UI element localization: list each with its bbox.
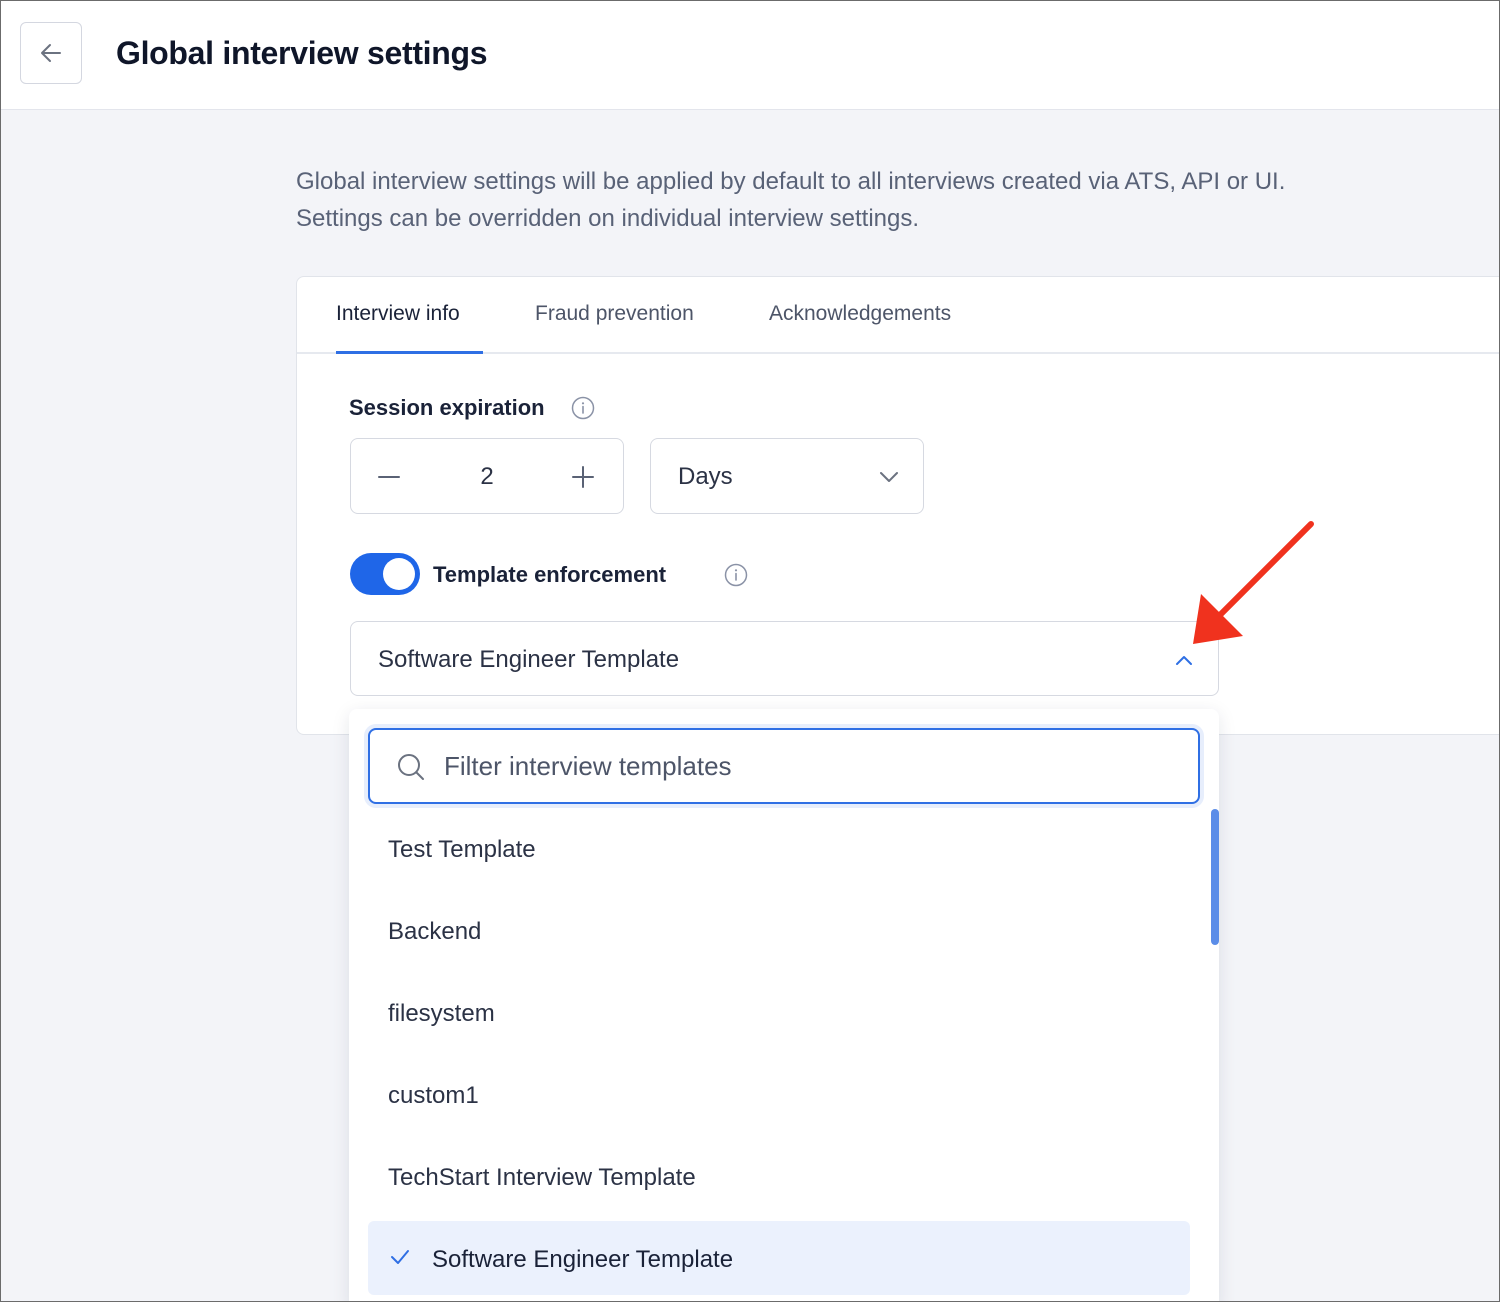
check-icon <box>391 1250 409 1264</box>
back-button[interactable] <box>20 22 82 84</box>
tab-acknowledgements[interactable]: Acknowledgements <box>769 302 951 326</box>
toggle-knob <box>383 558 415 590</box>
template-filter <box>368 728 1200 804</box>
template-option-selected[interactable]: Software Engineer Template <box>368 1221 1190 1295</box>
template-enforcement-label: Template enforcement <box>433 562 667 587</box>
template-option[interactable]: TechStart Interview Template <box>368 1139 1190 1213</box>
tab-fraud-prevention[interactable]: Fraud prevention <box>535 302 694 326</box>
session-expiration-info-icon[interactable] <box>571 396 595 420</box>
template-filter-input[interactable] <box>444 744 1174 788</box>
option-label: Backend <box>388 918 482 945</box>
active-tab-indicator <box>336 351 483 354</box>
template-enforcement-info-icon[interactable] <box>724 563 748 587</box>
expiration-unit-value: Days <box>678 463 733 490</box>
page-header: Global interview settings <box>1 1 1499 110</box>
app-window: Global interview settings Global intervi… <box>0 0 1500 1302</box>
session-expiration-label: Session expiration <box>349 395 545 420</box>
arrow-left-icon <box>41 44 61 62</box>
template-option[interactable]: Test Template <box>368 811 1190 885</box>
intro-line-2: Settings can be overridden on individual… <box>296 205 920 232</box>
dropdown-scrollbar[interactable] <box>1211 809 1219 945</box>
page-title: Global interview settings <box>116 35 488 71</box>
increment-button[interactable] <box>565 459 601 495</box>
tab-bar: Interview info Fraud prevention Acknowle… <box>297 277 1499 354</box>
option-label: custom1 <box>388 1082 479 1109</box>
expiration-unit-select[interactable]: Days <box>650 438 924 514</box>
tab-interview-info[interactable]: Interview info <box>336 302 460 326</box>
template-option[interactable]: custom1 <box>368 1057 1190 1131</box>
settings-card: Interview info Fraud prevention Acknowle… <box>296 276 1499 735</box>
template-enforcement-toggle[interactable] <box>350 553 420 595</box>
intro-text: Global interview settings will be applie… <box>296 163 1476 237</box>
option-label: Test Template <box>388 836 536 863</box>
search-icon <box>398 754 424 780</box>
intro-line-1: Global interview settings will be applie… <box>296 168 1286 195</box>
template-dropdown: Test Template Backend filesystem custom1… <box>349 709 1219 1301</box>
option-label: TechStart Interview Template <box>388 1164 696 1191</box>
template-select-value: Software Engineer Template <box>378 646 680 673</box>
option-label: filesystem <box>388 1000 495 1027</box>
template-select[interactable]: Software Engineer Template <box>350 621 1219 696</box>
template-option[interactable]: filesystem <box>368 975 1190 1049</box>
annotation-arrow-icon <box>1193 521 1314 644</box>
session-expiration-stepper: 2 <box>350 438 624 514</box>
plus-icon <box>572 466 594 488</box>
option-label: Software Engineer Template <box>432 1246 734 1273</box>
template-option[interactable]: Backend <box>368 893 1190 967</box>
chevron-down-icon <box>880 472 898 482</box>
